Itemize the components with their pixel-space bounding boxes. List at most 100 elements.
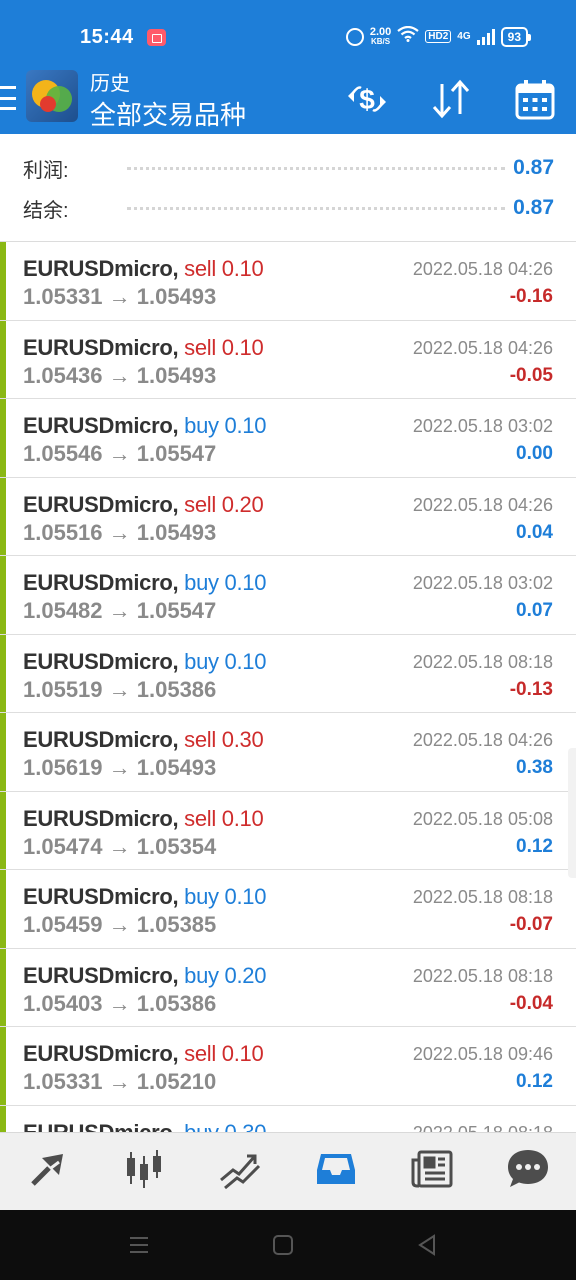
trade-row[interactable]: EURUSDmicro, buy 0.10 1.05482 → 1.05547 20… bbox=[0, 556, 576, 635]
nav-trade[interactable] bbox=[0, 1133, 96, 1210]
trade-side: sell bbox=[184, 727, 216, 752]
profit-value: 0.87 bbox=[513, 156, 554, 179]
trade-volume: 0.10 bbox=[221, 256, 264, 281]
trade-side: buy bbox=[184, 413, 219, 438]
trade-symbol: EURUSDmicro, bbox=[23, 805, 179, 831]
sort-icon[interactable] bbox=[428, 76, 474, 127]
trade-time: 2022.05.18 03:02 bbox=[412, 416, 553, 436]
trade-prices: 1.05331 → 1.05493 bbox=[23, 284, 217, 309]
history-inbox-icon bbox=[313, 1146, 359, 1197]
trade-time: 2022.05.18 08:18 bbox=[412, 651, 553, 672]
trade-row[interactable]: EURUSDmicro, buy 0.20 1.05403 → 1.05386 20… bbox=[0, 948, 576, 1027]
scrollbar[interactable] bbox=[568, 748, 576, 878]
trade-row[interactable]: EURUSDmicro, buy 0.30 2022.05.18 08:18 bbox=[0, 1105, 576, 1133]
trade-time: 2022.05.18 04:26 bbox=[412, 259, 553, 279]
calendar-icon[interactable] bbox=[512, 76, 558, 127]
trade-row[interactable]: EURUSDmicro, sell 0.10 1.05436 → 1.05493 2… bbox=[0, 320, 576, 399]
nav-chat[interactable] bbox=[480, 1133, 576, 1210]
trade-profit: -0.05 bbox=[509, 364, 553, 386]
trade-profit: 0.04 bbox=[516, 521, 553, 543]
trade-symbol: EURUSDmicro, bbox=[23, 570, 179, 595]
status-icons: 2.00 KB/S HD2 4G 93 bbox=[345, 25, 532, 47]
trade-prices: 1.05459 → 1.05385 bbox=[23, 912, 217, 937]
battery-icon: 93 bbox=[500, 26, 532, 47]
news-icon bbox=[409, 1146, 455, 1197]
trade-symbol-line: EURUSDmicro, buy 0.30 bbox=[23, 1120, 266, 1133]
trade-row[interactable]: EURUSDmicro, sell 0.30 1.05619 → 1.05493 2… bbox=[0, 713, 576, 792]
trade-row[interactable]: EURUSDmicro, buy 0.10 1.05546 → 1.05547 20… bbox=[0, 399, 576, 478]
currency-exchange-icon[interactable]: $ bbox=[344, 76, 390, 127]
nav-quotes-chart[interactable] bbox=[96, 1133, 192, 1210]
trade-profit: 0.00 bbox=[516, 443, 553, 464]
trade-volume: 0.10 bbox=[224, 413, 267, 438]
trade-prices: 1.05546 → 1.05547 bbox=[23, 441, 217, 466]
trade-prices: 1.05436 → 1.05493 bbox=[23, 362, 217, 388]
hd-icon: HD2 bbox=[425, 30, 452, 43]
recents-icon[interactable] bbox=[128, 1234, 150, 1261]
trade-marker bbox=[0, 477, 6, 555]
trade-row[interactable]: EURUSDmicro, buy 0.10 1.05519 → 1.05386 20… bbox=[0, 634, 576, 713]
trade-symbol: EURUSDmicro, bbox=[23, 884, 179, 909]
trade-prices: 1.05474 → 1.05354 bbox=[23, 833, 217, 859]
trade-row[interactable]: EURUSDmicro, buy 0.10 1.05459 → 1.05385 20… bbox=[0, 870, 576, 949]
balance-row: 结余: 0.87 bbox=[23, 193, 554, 223]
trade-time: 2022.05.18 09:46 bbox=[412, 1044, 553, 1064]
trade-side: buy bbox=[184, 884, 219, 909]
wifi-icon bbox=[397, 25, 419, 47]
trade-side: sell bbox=[184, 491, 216, 517]
trade-volume: 0.20 bbox=[224, 962, 267, 988]
app-toolbar: 历史 全部交易品种 $ bbox=[0, 68, 576, 134]
dotted-leader bbox=[127, 206, 506, 210]
trade-symbol-line: EURUSDmicro, sell 0.20 bbox=[23, 491, 264, 518]
chat-icon bbox=[505, 1146, 551, 1197]
trade-marker bbox=[0, 634, 6, 712]
trade-row[interactable]: EURUSDmicro, sell 0.10 1.05331 → 1.05493 2… bbox=[0, 242, 576, 321]
trade-time: 2022.05.18 04:26 bbox=[412, 337, 553, 358]
trade-side: sell bbox=[184, 334, 216, 360]
back-icon[interactable] bbox=[416, 1234, 438, 1261]
app-logo[interactable] bbox=[26, 70, 78, 122]
trade-marker bbox=[0, 791, 6, 869]
trade-time: 2022.05.18 04:26 bbox=[412, 494, 553, 515]
net-speed: 2.00 KB/S bbox=[369, 25, 392, 46]
nav-trend[interactable] bbox=[192, 1133, 288, 1210]
trade-marker bbox=[0, 948, 6, 1026]
trade-symbol: EURUSDmicro, bbox=[23, 334, 179, 360]
trade-marker bbox=[0, 1105, 6, 1132]
trade-profit: -0.04 bbox=[509, 992, 553, 1014]
trade-side: buy bbox=[184, 1119, 219, 1133]
trade-volume: 0.10 bbox=[221, 334, 264, 360]
nav-news[interactable] bbox=[384, 1133, 480, 1210]
trade-volume: 0.10 bbox=[224, 884, 267, 909]
trade-symbol: EURUSDmicro, bbox=[23, 1041, 179, 1066]
trade-row[interactable]: EURUSDmicro, sell 0.20 1.05516 → 1.05493 2… bbox=[0, 477, 576, 556]
trade-symbol: EURUSDmicro, bbox=[23, 1119, 179, 1133]
trade-volume: 0.10 bbox=[224, 570, 267, 595]
trade-time: 2022.05.18 05:08 bbox=[412, 808, 553, 829]
toolbar-title: 历史 bbox=[90, 73, 130, 95]
trade-profit: -0.07 bbox=[509, 914, 553, 935]
trade-marker bbox=[0, 870, 6, 948]
trade-time: 2022.05.18 04:26 bbox=[412, 730, 553, 750]
nav-history[interactable] bbox=[288, 1133, 384, 1210]
trade-symbol-line: EURUSDmicro, buy 0.20 bbox=[23, 963, 266, 989]
trade-marker bbox=[0, 713, 6, 791]
trade-profit: -0.16 bbox=[509, 286, 553, 307]
trade-profit: 0.07 bbox=[516, 600, 553, 621]
trade-history-list[interactable]: EURUSDmicro, sell 0.10 1.05331 → 1.05493 2… bbox=[0, 242, 576, 1132]
home-icon[interactable] bbox=[272, 1234, 294, 1261]
signal-icon bbox=[476, 28, 495, 45]
network-type: 4G bbox=[457, 31, 471, 42]
trade-symbol-line: EURUSDmicro, sell 0.30 bbox=[23, 727, 264, 753]
trade-volume: 0.30 bbox=[221, 727, 264, 752]
candlestick-chart-icon bbox=[121, 1146, 167, 1197]
trade-symbol-line: EURUSDmicro, sell 0.10 bbox=[23, 805, 264, 832]
trade-volume: 0.10 bbox=[224, 648, 267, 674]
menu-icon[interactable] bbox=[0, 86, 16, 110]
trade-row[interactable]: EURUSDmicro, sell 0.10 1.05331 → 1.05210 2… bbox=[0, 1027, 576, 1106]
trade-marker bbox=[0, 1027, 6, 1105]
trade-volume: 0.30 bbox=[224, 1119, 267, 1133]
trade-symbol-line: EURUSDmicro, buy 0.10 bbox=[23, 570, 266, 596]
trade-row[interactable]: EURUSDmicro, sell 0.10 1.05474 → 1.05354 2… bbox=[0, 791, 576, 870]
toolbar-subtitle[interactable]: 全部交易品种 bbox=[90, 95, 246, 132]
